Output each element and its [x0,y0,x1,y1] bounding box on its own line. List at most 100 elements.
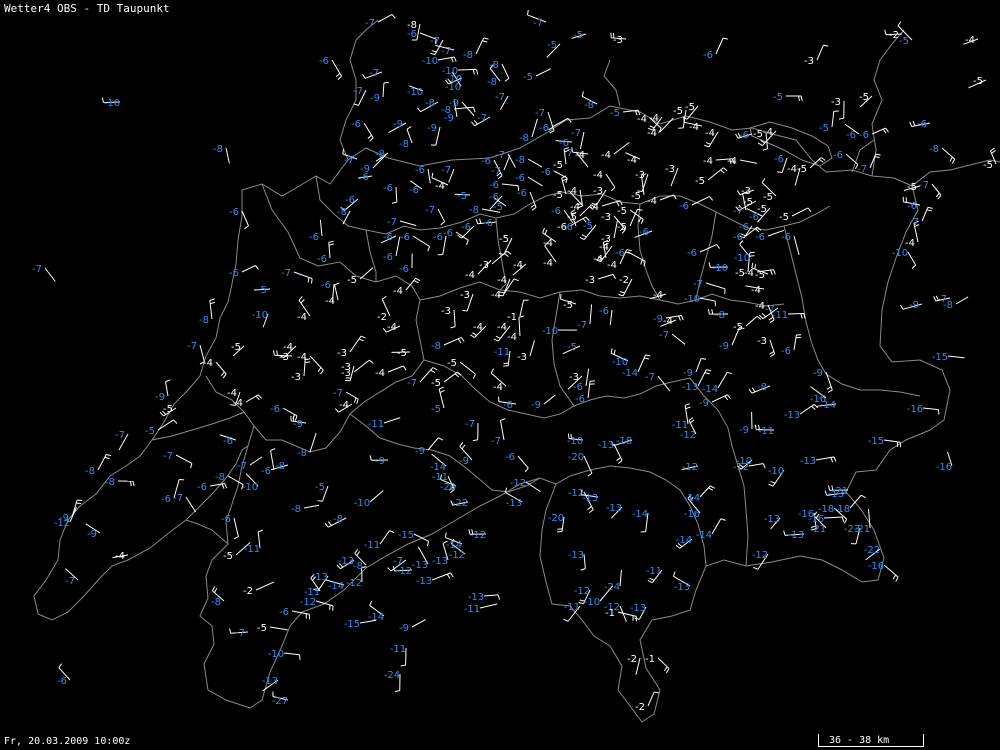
wind-barb [705,282,726,294]
station-value-blue: -6 [351,119,361,130]
wind-barb [443,371,462,383]
station-value-white: -3 [517,352,527,363]
station-value-blue: -7 [163,451,173,462]
wind-barb [717,371,733,389]
wind-barb [450,309,456,329]
map-canvas: -7-6-7-5-5-5-6-7-7-10-8-8-10-6-7 -5-10 -8-… [32,9,1000,723]
station-value-blue: -5 [610,108,620,119]
station-value-white: -5 [733,322,743,333]
station-value-white: -3 [593,186,603,197]
station-value-blue: -13 [606,503,622,514]
wind-barb [707,167,728,181]
station-value-blue: -5 [457,191,467,202]
wind-barb [427,168,431,184]
station-value-blue: -6 [539,123,549,134]
station-value-white: -4 [703,156,713,167]
station-value-blue: -6 [161,494,171,505]
wind-barb [587,380,596,399]
wind-barb [529,340,535,357]
station-value-blue: -12 [300,597,316,608]
wind-barb [363,122,374,142]
station-value-blue: -8 [463,50,473,61]
station-value-white: -4 [497,275,507,286]
station-value-blue: -14 [696,530,712,541]
station-value-blue: -6 [221,514,231,525]
wind-barb [437,56,457,63]
wind-barb [382,81,389,98]
station-value-blue: -7 [571,128,581,139]
station-value-blue: -9 [393,119,403,130]
station-value-white: -5 [757,204,767,215]
station-value-blue: -5 [315,482,325,493]
station-value-white: -4 [744,268,754,279]
station-value-blue: -6 [505,452,515,463]
station-value-blue: -7 [693,279,703,290]
station-value-blue: -10 [268,649,284,660]
station-value-blue: -11 [364,540,380,551]
station-value-blue: -18 [616,436,632,447]
wind-barb [44,267,56,282]
station-value-white: -2 [889,30,899,41]
wind-barb [461,101,475,117]
wind-barb [241,264,259,273]
wind-barb [799,403,819,415]
station-value-blue: -20 [568,452,584,463]
station-value-white: -4 [493,382,503,393]
station-value-white: -5 [553,160,563,171]
station-value-blue: -6 [399,264,409,275]
wind-barb [209,483,228,489]
station-value-blue: -9 [719,341,729,352]
station-value-white: -5 [563,300,573,311]
station-value-blue: -24 [384,670,400,681]
station-value-white: -5 [753,129,763,140]
wind-barb [816,44,829,61]
station-value-white: -4 [507,332,517,343]
station-value-blue: -5 [547,40,557,51]
station-value-blue: -13 [784,410,800,421]
wind-barb [553,170,568,183]
canton-border [365,229,377,282]
station-value-white: -4 [787,164,797,175]
national-border-east [539,185,951,723]
station-value-blue: -7 [491,166,501,177]
wind-barb [517,455,529,473]
station-value-white: -5 [673,106,683,117]
station-value-blue: -13 [800,456,816,467]
station-value-blue: -22 [864,545,880,556]
station-value-blue: -6 [461,222,471,233]
national-border-south [33,190,557,709]
station-value-white: -4 [567,186,577,197]
station-value-white: -3 [831,97,841,108]
wind-barb [233,517,239,540]
station-value-blue: -16 [907,404,923,415]
station-value-blue: -7 [115,430,125,441]
station-value-white: -4 [575,150,585,161]
station-value-blue: -14 [632,509,648,520]
station-value-white: -5 [397,348,407,359]
wind-barb [241,210,249,230]
scale-bar-label: 36 - 38 km [829,735,890,746]
station-value-blue: -8 [515,155,525,166]
wind-barb [175,454,193,469]
station-value-blue: -6 [229,207,239,218]
station-value-white: -5 [755,270,765,281]
wind-barb [583,455,593,477]
station-value-white: -4 [115,551,125,562]
station-value-white: -5 [431,378,441,389]
wind-barb [387,365,407,373]
wind-barb [619,569,622,587]
station-value-white: -3 [585,275,595,286]
station-value-blue: -7 [577,320,587,331]
wind-barb [691,195,714,206]
station-value-blue: -6 [415,165,425,176]
station-value-blue: -6 [223,436,233,447]
station-value-blue: -9 [699,398,709,409]
station-value-blue: -10 [252,310,268,321]
station-value-blue: -6 [907,201,917,212]
wind-barb [319,219,323,237]
station-value-white: -8 [407,20,417,31]
wind-barb [613,141,630,155]
station-value-white: -4 [297,312,307,323]
station-value-blue: -6 [481,156,491,167]
station-value-blue: -13 [338,556,354,567]
